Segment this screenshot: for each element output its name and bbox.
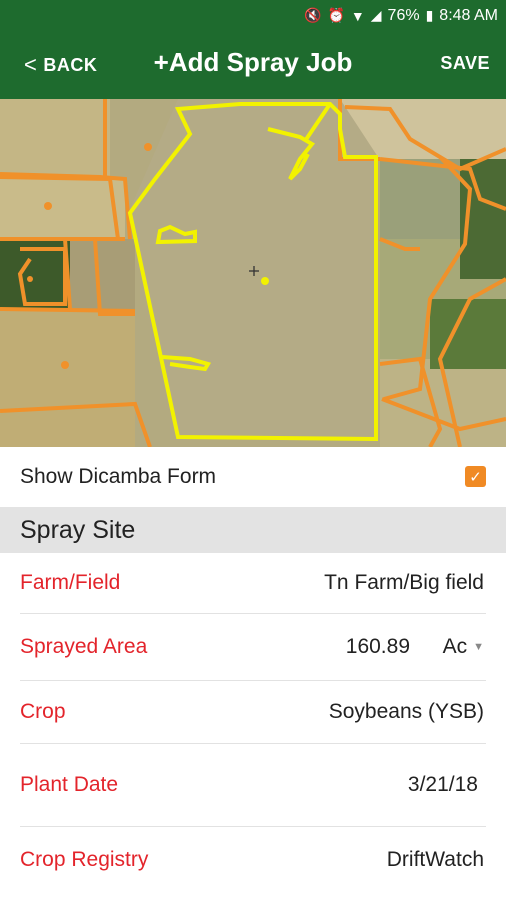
satellite-map[interactable]: [0, 99, 506, 447]
field-center-marker: [261, 277, 269, 285]
crop-registry-label: Crop Registry: [20, 848, 149, 871]
dicamba-label: Show Dicamba Form: [20, 465, 217, 488]
section-header-spray-site: Spray Site: [0, 507, 506, 553]
chevron-left-icon: <: [24, 52, 38, 77]
sprayed-area-input[interactable]: 160.89: [346, 635, 410, 659]
farm-field-row[interactable]: Farm/Field Tn Farm/Big field: [0, 553, 506, 613]
plant-date-row[interactable]: Plant Date 3/21/18: [0, 744, 506, 826]
crop-value[interactable]: Soybeans (YSB): [329, 700, 484, 724]
map-parcel: [0, 309, 135, 447]
dicamba-checkbox[interactable]: ✓: [465, 466, 486, 487]
plant-date-label: Plant Date: [20, 773, 119, 796]
dicamba-toggle-row[interactable]: Show Dicamba Form ✓: [0, 447, 506, 507]
map-parcel: [0, 179, 125, 239]
area-unit-value: Ac: [442, 635, 468, 658]
crop-registry-value[interactable]: DriftWatch: [387, 848, 484, 872]
crop-label: Crop: [20, 700, 66, 723]
area-unit-select[interactable]: Ac ▼: [443, 635, 484, 659]
clock: 8:48 AM: [439, 6, 498, 24]
map-parcel: [70, 239, 135, 319]
check-icon: ✓: [469, 468, 482, 486]
sprayed-area-label: Sprayed Area: [20, 635, 148, 658]
wifi-icon: ▼: [350, 7, 365, 24]
field-marker: [61, 361, 69, 369]
status-bar: 🔇 ⏰ ▼ ◢ 76% ▮ 8:48 AM: [0, 0, 506, 31]
battery-icon: ▮: [425, 7, 434, 23]
crop-registry-row[interactable]: Crop Registry DriftWatch: [0, 827, 506, 893]
farm-field-value[interactable]: Tn Farm/Big field: [324, 571, 484, 595]
sprayed-area-row: Sprayed Area 160.89 Ac ▼: [0, 614, 506, 680]
plant-date-value[interactable]: 3/21/18: [408, 773, 478, 797]
save-button[interactable]: SAVE: [440, 53, 490, 74]
field-marker: [44, 202, 52, 210]
field-marker: [27, 276, 33, 282]
field-marker: [144, 143, 152, 151]
field-boundary: [0, 307, 136, 313]
app-bar: < BACK +Add Spray Job SAVE: [0, 31, 506, 99]
mute-icon: 🔇: [304, 7, 322, 23]
back-button[interactable]: < BACK: [24, 51, 97, 79]
battery-percent: 76%: [387, 6, 420, 24]
back-label: BACK: [43, 54, 98, 75]
dropdown-caret-icon: ▼: [473, 641, 484, 653]
alarm-icon: ⏰: [327, 7, 345, 23]
map-canvas: [0, 99, 506, 447]
signal-icon: ◢: [370, 7, 382, 23]
crop-row[interactable]: Crop Soybeans (YSB): [0, 681, 506, 743]
farm-field-label: Farm/Field: [20, 571, 121, 594]
map-parcel: [0, 99, 110, 179]
